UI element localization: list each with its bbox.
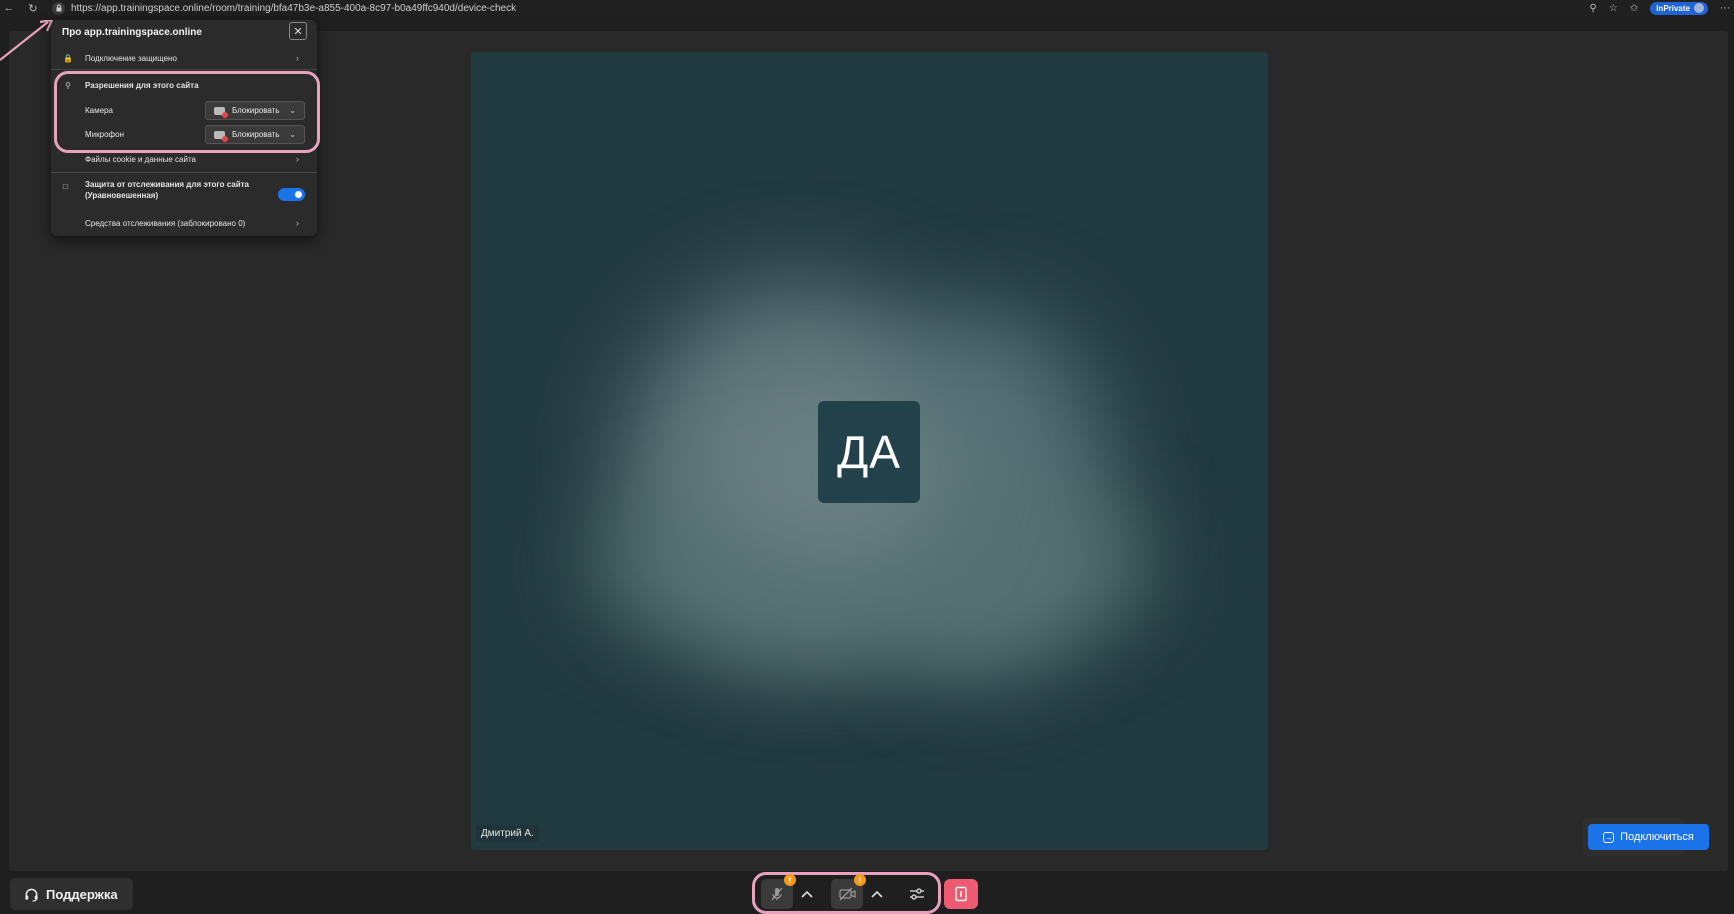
chevron-right-icon: › [296, 154, 299, 164]
avatar-tile: ДА [818, 401, 920, 503]
favorites-icon[interactable]: ✩ [1630, 3, 1638, 14]
divider [51, 172, 317, 173]
connection-label: Подключение защищено [85, 53, 177, 63]
support-label: Поддержка [46, 886, 118, 902]
settings-button[interactable] [901, 879, 933, 909]
inprivate-badge[interactable]: InPrivate [1650, 1, 1708, 15]
chevron-up-icon [871, 890, 883, 898]
tracking-protection-label: Защита от отслеживания для этого сайта [85, 180, 249, 189]
reload-icon[interactable]: ↻ [24, 0, 42, 16]
microphone-warning-badge: ! [784, 874, 796, 886]
url-text[interactable]: https://app.trainingspace.online/room/tr… [71, 3, 516, 14]
zoom-icon[interactable]: ⚲ [1590, 3, 1597, 14]
sliders-icon [910, 888, 924, 900]
enter-icon: → [1603, 831, 1615, 843]
tracking-protection-toggle[interactable] [278, 188, 305, 201]
popup-close-button[interactable]: ✕ [289, 22, 307, 40]
microphone-off-icon [771, 887, 783, 901]
lock-icon: 🔒 [63, 53, 73, 63]
chevron-up-icon [801, 890, 813, 898]
inprivate-label: InPrivate [1656, 3, 1690, 13]
camera-warning-badge: ! [854, 874, 866, 886]
microphone-options-button[interactable] [796, 879, 818, 909]
chevron-right-icon: › [296, 53, 299, 63]
trackers-label: Средства отслеживания (заблокировано 0) [85, 218, 246, 228]
tracking-shield-icon: □ [63, 182, 68, 191]
favorite-star-icon[interactable]: ☆ [1609, 3, 1618, 14]
join-button-label: Подключиться [1620, 831, 1694, 843]
profile-avatar [1694, 3, 1704, 13]
camera-options-button[interactable] [866, 879, 888, 909]
divider [51, 69, 317, 70]
connection-row[interactable]: 🔒 Подключение защищено › [51, 49, 317, 67]
camera-off-icon [838, 887, 856, 901]
exit-door-icon [955, 886, 967, 902]
popup-title: Про app.trainingspace.online [62, 27, 202, 38]
close-icon: ✕ [293, 25, 303, 38]
chevron-right-icon: › [296, 218, 299, 228]
trackers-row[interactable]: Средства отслеживания (заблокировано 0) … [51, 214, 317, 232]
lock-icon [56, 4, 61, 12]
avatar-initials: ДА [837, 426, 901, 478]
support-button[interactable]: Поддержка [10, 878, 133, 910]
browser-address-bar: ← ↻ https://app.trainingspace.online/roo… [0, 0, 1734, 16]
join-button[interactable]: → Подключиться [1588, 824, 1709, 850]
participant-name-tag: Дмитрий А. [476, 825, 539, 842]
more-icon[interactable]: ⋯ [1720, 3, 1730, 14]
back-icon[interactable]: ← [0, 0, 18, 16]
leave-button[interactable] [944, 879, 978, 909]
headset-icon [25, 888, 38, 902]
tracking-protection-mode: (Уравновешенная) [85, 191, 159, 200]
cookies-label: Файлы cookie и данные сайта [85, 154, 196, 164]
permissions-highlight [54, 71, 320, 153]
site-info-button[interactable] [52, 1, 65, 15]
